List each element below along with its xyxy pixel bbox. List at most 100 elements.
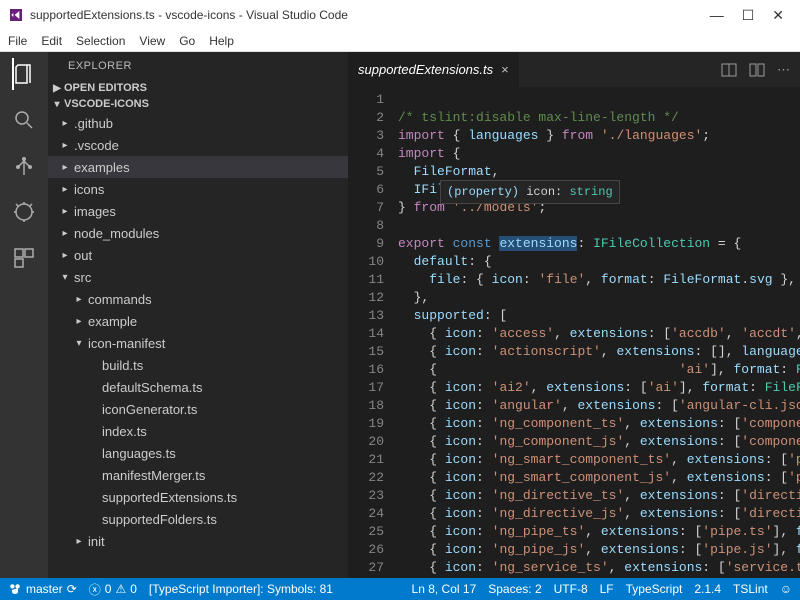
item-label: defaultSchema.ts (100, 380, 202, 395)
item-label: icons (72, 182, 104, 197)
folder-item[interactable]: ▸commands (48, 288, 348, 310)
folder-item[interactable]: ▾src (48, 266, 348, 288)
code-content[interactable]: /* tslint:disable max-line-length */ imp… (398, 87, 800, 578)
sync-icon[interactable]: ⟳ (67, 582, 77, 596)
activity-extensions-icon[interactable] (12, 246, 36, 270)
line-number: 21 (348, 451, 384, 469)
line-number: 25 (348, 523, 384, 541)
line-number: 23 (348, 487, 384, 505)
line-number: 17 (348, 379, 384, 397)
folder-item[interactable]: ▸node_modules (48, 222, 348, 244)
section-open-editors[interactable]: ▶ OPEN EDITORS (48, 80, 348, 96)
line-number: 7 (348, 199, 384, 217)
folder-item[interactable]: ▸icons (48, 178, 348, 200)
item-label: build.ts (100, 358, 143, 373)
split-editor-icon[interactable] (721, 62, 737, 78)
item-label: manifestMerger.ts (100, 468, 205, 483)
item-label: icon-manifest (86, 336, 165, 351)
hover-name: icon (526, 185, 555, 199)
maximize-button[interactable]: ☐ (742, 7, 755, 24)
menu-view[interactable]: View (139, 34, 165, 48)
line-number: 2 (348, 109, 384, 127)
chevron-right-icon: ▸ (58, 162, 72, 173)
chevron-down-icon: ▾ (72, 338, 86, 349)
tslint-status[interactable]: TSLint (733, 582, 768, 596)
file-item[interactable]: index.ts (48, 420, 348, 442)
chevron-right-icon: ▸ (72, 294, 86, 305)
more-icon[interactable]: ⋯ (777, 62, 790, 78)
ts-version[interactable]: 2.1.4 (694, 582, 721, 596)
menu-help[interactable]: Help (209, 34, 234, 48)
folder-item[interactable]: ▸examples (48, 156, 348, 178)
file-item[interactable]: manifestMerger.ts (48, 464, 348, 486)
menu-go[interactable]: Go (179, 34, 195, 48)
folder-item[interactable]: ▸.vscode (48, 134, 348, 156)
layout-icon[interactable] (749, 62, 765, 78)
chevron-right-icon: ▸ (58, 118, 72, 129)
file-tree: ▸.github▸.vscode▸examples▸icons▸images▸n… (48, 112, 348, 578)
sidebar-title: EXPLORER (48, 52, 348, 80)
line-number: 9 (348, 235, 384, 253)
editor-tabs: supportedExtensions.ts × ⋯ (348, 52, 800, 87)
menu-file[interactable]: File (8, 34, 27, 48)
line-number: 12 (348, 289, 384, 307)
chevron-right-icon: ▸ (58, 140, 72, 151)
line-number: 1 (348, 91, 384, 109)
problems[interactable]: ⓧ0 ⚠0 (89, 581, 137, 598)
language-mode[interactable]: TypeScript (626, 582, 683, 596)
indentation[interactable]: Spaces: 2 (488, 582, 541, 596)
folder-item[interactable]: ▸.github (48, 112, 348, 134)
eol[interactable]: LF (600, 582, 614, 596)
error-icon: ⓧ (89, 581, 101, 598)
section-project[interactable]: ▾ VSCODE-ICONS (48, 96, 348, 112)
close-window-button[interactable]: ✕ (772, 7, 784, 24)
folder-item[interactable]: ▾icon-manifest (48, 332, 348, 354)
item-label: supportedFolders.ts (100, 512, 217, 527)
folder-item[interactable]: ▸out (48, 244, 348, 266)
activity-explorer-icon[interactable] (12, 62, 36, 86)
minimize-button[interactable]: — (710, 7, 724, 24)
file-item[interactable]: defaultSchema.ts (48, 376, 348, 398)
line-number: 16 (348, 361, 384, 379)
encoding[interactable]: UTF-8 (554, 582, 588, 596)
chevron-right-icon: ▸ (72, 316, 86, 327)
app-icon (8, 7, 24, 23)
menu-selection[interactable]: Selection (76, 34, 125, 48)
workbench: EXPLORER ▶ OPEN EDITORS ▾ VSCODE-ICONS ▸… (0, 52, 800, 578)
cursor-position[interactable]: Ln 8, Col 17 (412, 582, 477, 596)
chevron-right-icon: ▸ (58, 206, 72, 217)
folder-item[interactable]: ▸init (48, 530, 348, 552)
activity-git-icon[interactable] (12, 154, 36, 178)
ts-importer-status[interactable]: [TypeScript Importer]: Symbols: 81 (149, 582, 333, 596)
folder-item[interactable]: ▸images (48, 200, 348, 222)
line-numbers: 1234567891011121314151617181920212223242… (348, 87, 398, 578)
item-label: out (72, 248, 92, 263)
file-item[interactable]: iconGenerator.ts (48, 398, 348, 420)
item-label: init (86, 534, 105, 549)
code-editor[interactable]: 1234567891011121314151617181920212223242… (348, 87, 800, 578)
line-number: 8 (348, 217, 384, 235)
file-item[interactable]: languages.ts (48, 442, 348, 464)
menu-edit[interactable]: Edit (41, 34, 62, 48)
file-item[interactable]: supportedFolders.ts (48, 508, 348, 530)
line-number: 10 (348, 253, 384, 271)
warning-count: 0 (130, 582, 137, 596)
tab-label: supportedExtensions.ts (358, 62, 493, 77)
line-number: 27 (348, 559, 384, 577)
item-label: .vscode (72, 138, 119, 153)
item-label: iconGenerator.ts (100, 402, 197, 417)
activity-debug-icon[interactable] (12, 200, 36, 224)
tab-active[interactable]: supportedExtensions.ts × (348, 52, 519, 87)
folder-item[interactable]: ▸example (48, 310, 348, 332)
file-item[interactable]: build.ts (48, 354, 348, 376)
section-label: VSCODE-ICONS (64, 98, 149, 110)
item-label: index.ts (100, 424, 147, 439)
activity-search-icon[interactable] (12, 108, 36, 132)
line-number: 5 (348, 163, 384, 181)
close-icon[interactable]: × (501, 62, 509, 77)
feedback-icon[interactable]: ☺ (780, 582, 792, 596)
file-item[interactable]: supportedExtensions.ts (48, 486, 348, 508)
line-number: 13 (348, 307, 384, 325)
branch-name: master (26, 582, 63, 596)
git-branch[interactable]: master ⟳ (8, 582, 77, 596)
